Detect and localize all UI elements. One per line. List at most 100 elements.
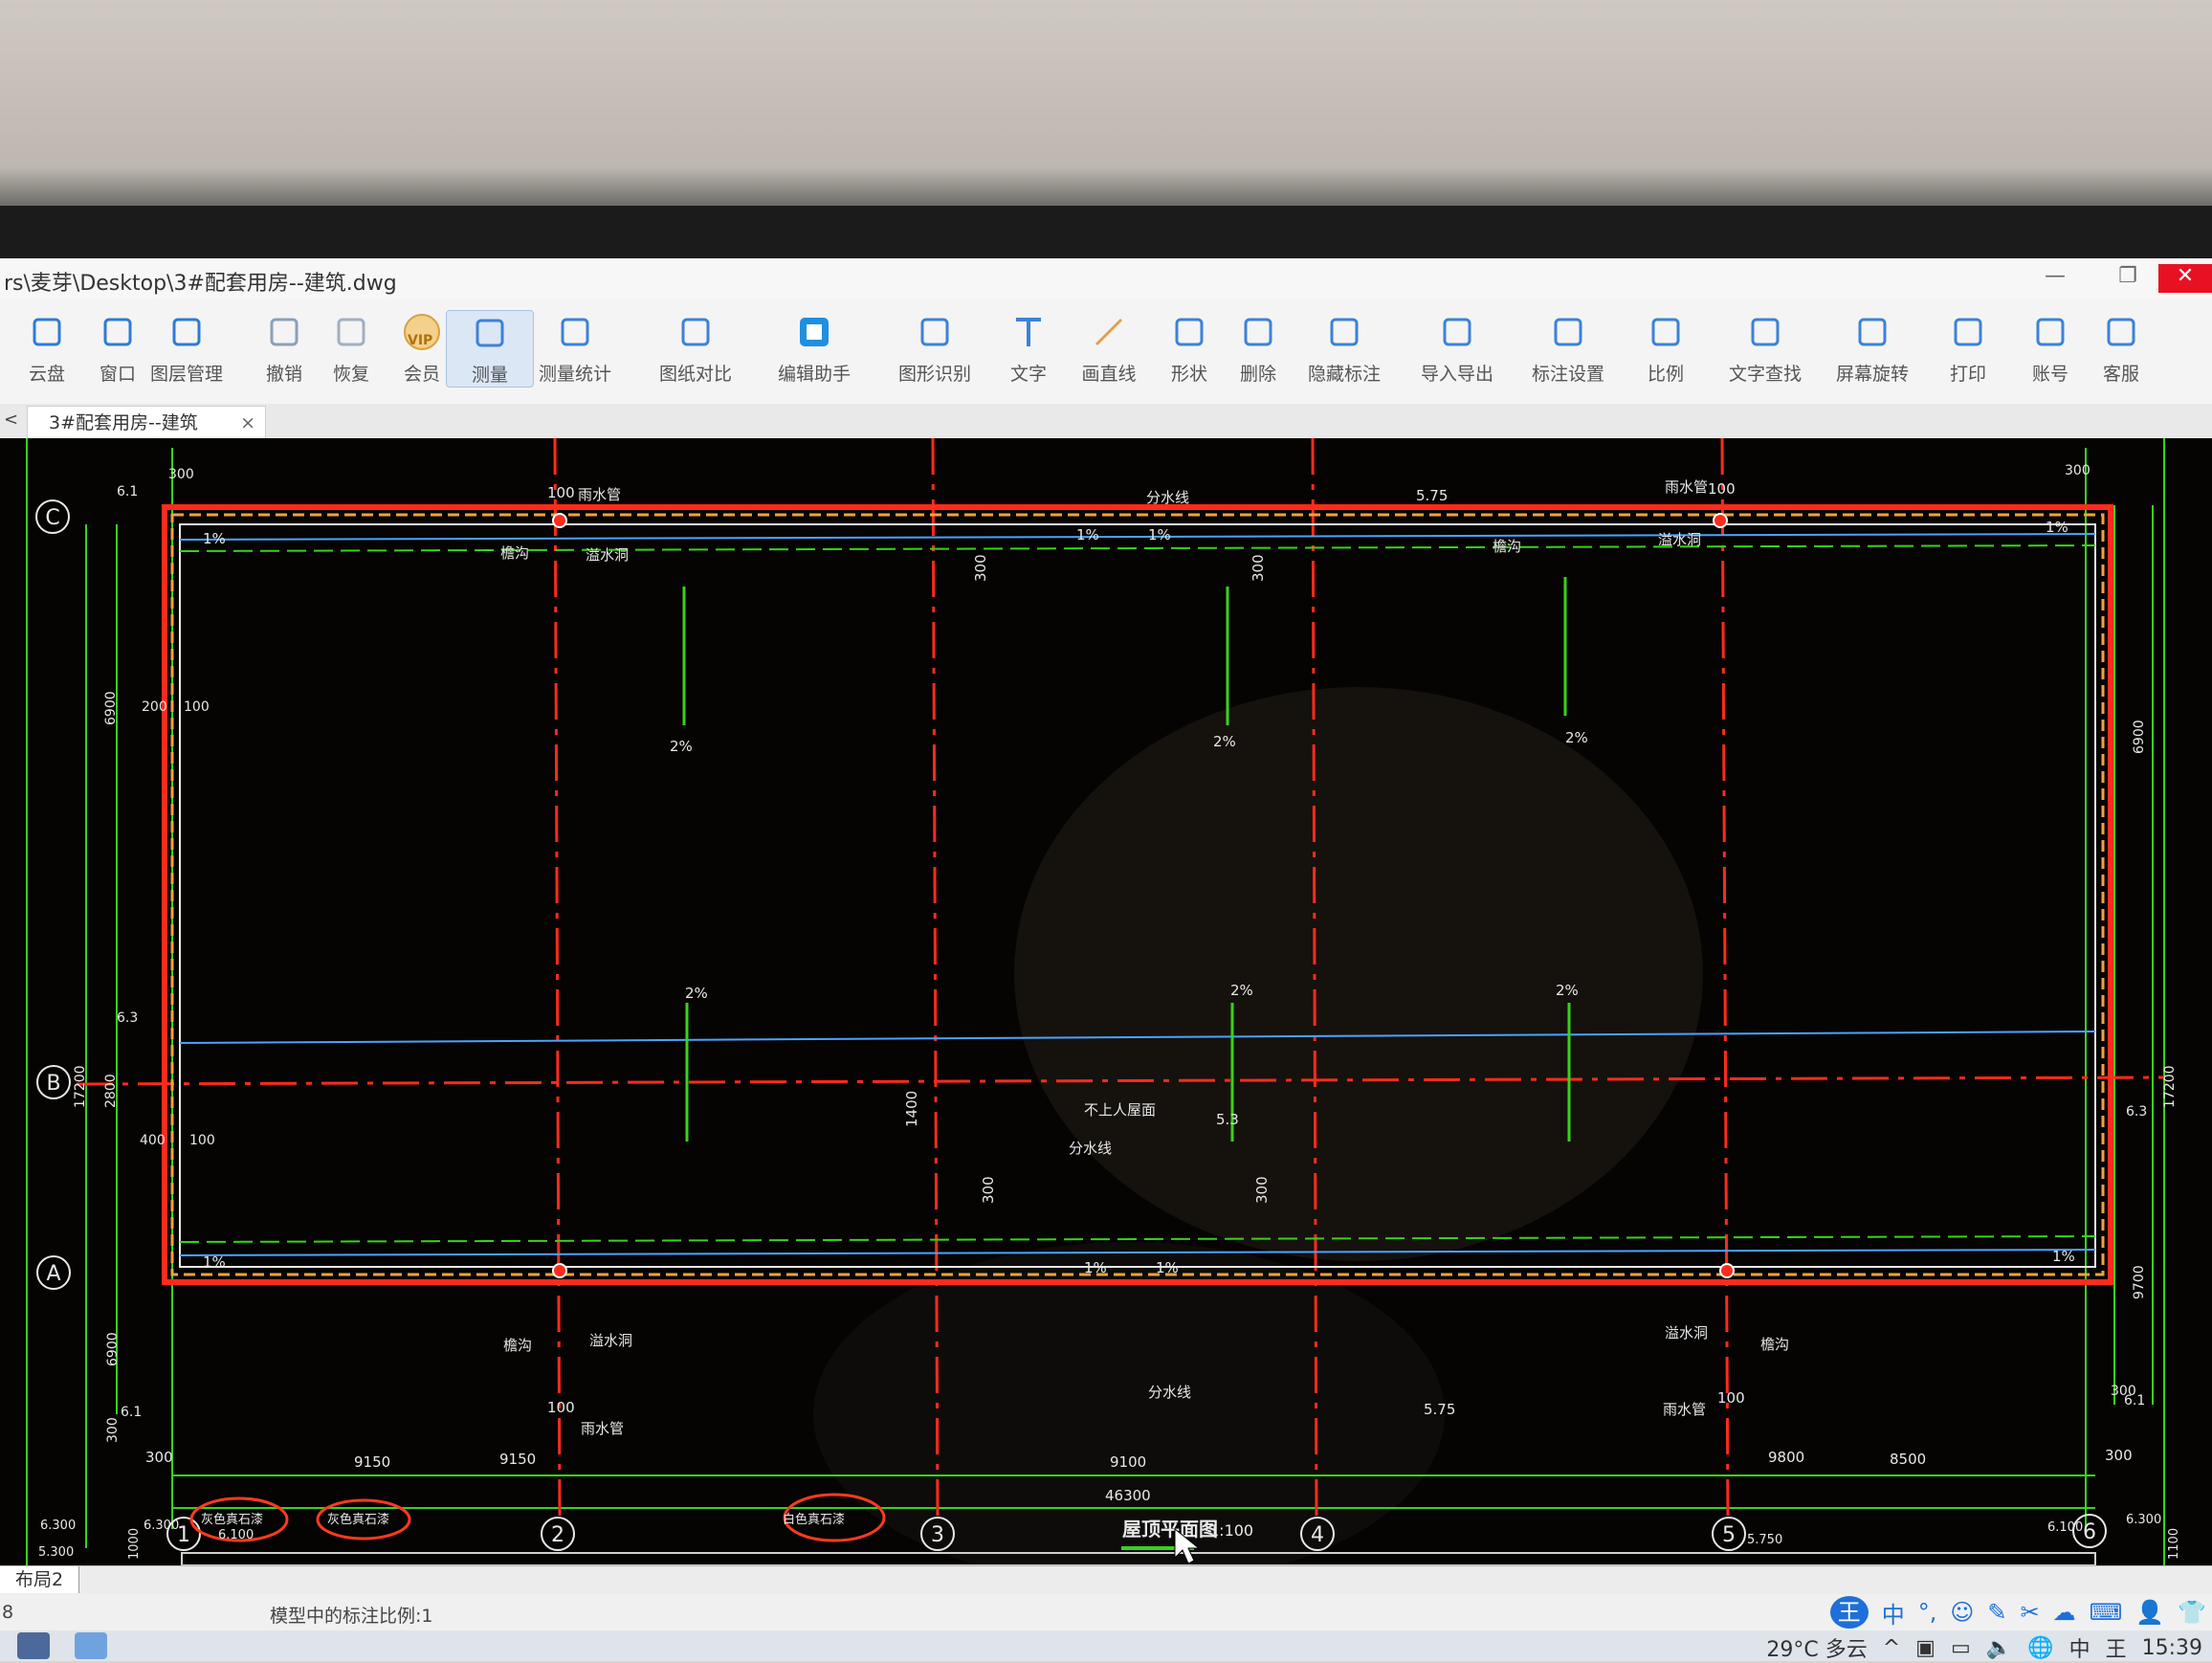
note-gutter-tl: 檐沟 <box>500 544 529 562</box>
note-dim-1400: 1400 <box>903 1091 920 1127</box>
drawing-canvas[interactable]: C B A 1 2 3 4 5 6 300 9150 9150 9100 980… <box>0 438 2212 1565</box>
dim-left-100-a: 100 <box>184 699 210 715</box>
tab-close-icon[interactable]: × <box>240 407 255 439</box>
toolbar-button-10[interactable]: 图形识别 <box>892 310 978 386</box>
dim-left-100-b: 100 <box>189 1133 215 1148</box>
taskbar-app-2-icon[interactable] <box>75 1632 107 1659</box>
text-icon <box>1016 318 1041 346</box>
note-dim-300-b: 300 <box>1250 554 1267 582</box>
toolbar-button-9[interactable]: 编辑助手 <box>771 310 857 386</box>
edit-assistant-icon <box>800 318 829 346</box>
clock-time[interactable]: 15:39 <box>2142 1636 2202 1660</box>
tray-input-lang[interactable]: 中 <box>2069 1632 2090 1663</box>
toolbar-button-19[interactable]: 文字查找 <box>1722 310 1808 386</box>
note-overflow-br: 溢水洞 <box>1665 1324 1708 1341</box>
window-title: rs\麦芽\Desktop\3#配套用房--建筑.dwg <box>4 272 397 296</box>
toolbar-button-8[interactable]: 图纸对比 <box>653 310 739 386</box>
toolbar-button-label: 测量统计 <box>538 364 611 385</box>
ime-chinese-mode[interactable]: 中 <box>1882 1596 1905 1630</box>
taskbar-app-1-icon[interactable] <box>17 1632 50 1659</box>
ime-user-icon[interactable]: 👤 <box>2135 1599 2164 1626</box>
row-label-B: B <box>46 1072 60 1096</box>
ime-cloud-icon[interactable]: ☁ <box>2053 1599 2076 1626</box>
toolbar-button-6[interactable]: 测量 <box>446 310 534 388</box>
toolbar-button-2[interactable]: 图层管理 <box>144 310 230 386</box>
maximize-button[interactable]: ❐ <box>2101 264 2155 293</box>
note-elev-center: 5.3 <box>1216 1111 1239 1128</box>
row-bubble-labels: C B A <box>45 506 60 1286</box>
section-elev-6300-r: 6.300 <box>2126 1513 2161 1527</box>
room-wall <box>0 0 2212 239</box>
dim-bottom-9800: 9800 <box>1768 1449 1804 1466</box>
ime-screenshot-icon[interactable]: ✂ <box>2020 1599 2039 1626</box>
tray-network-icon[interactable]: 🌐 <box>2027 1636 2053 1660</box>
toolbar-button-label: 图形识别 <box>897 364 971 385</box>
ime-skin-icon[interactable]: 👕 <box>2178 1599 2206 1626</box>
scale-icon <box>1651 318 1680 346</box>
cloud-icon <box>33 318 61 346</box>
tab-active-drawing[interactable]: 3#配套用房--建筑 × <box>27 406 266 438</box>
toolbar-button-label: 隐藏标注 <box>1307 364 1381 385</box>
toolbar-button-12[interactable]: 画直线 <box>1066 310 1152 386</box>
toolbar: 云盘 窗口 图层管理 撤销 恢复 VIP 会员 测量 测量统计 图纸对比 编辑助手 图形识别 文字 画直线… <box>0 299 2212 404</box>
tray-volume-icon[interactable]: 🔈 <box>1986 1636 2012 1660</box>
toolbar-button-7[interactable]: 测量统计 <box>532 310 618 386</box>
taskbar: 29°C 多云 ^ ▣ ▭ 🔈 🌐 中 王 15:39 <box>0 1630 2212 1663</box>
dim-right-17200: 17200 <box>2162 1065 2178 1108</box>
title-bar: rs\麦芽\Desktop\3#配套用房--建筑.dwg — ❐ ✕ <box>0 258 2212 299</box>
dim-bottom-9150-b: 9150 <box>499 1451 536 1468</box>
downpipe-bottom-left <box>552 1263 567 1278</box>
note-dim-100-bl: 100 <box>547 1399 575 1416</box>
tray-app-icon[interactable]: ▣ <box>1915 1636 1936 1660</box>
toolbar-button-20[interactable]: 屏幕旋转 <box>1829 310 1915 386</box>
tray-expand-icon[interactable]: ^ <box>1883 1636 1900 1660</box>
toolbar-button-label: 文字查找 <box>1728 364 1802 385</box>
tray-battery-icon[interactable]: ▭ <box>1951 1636 1971 1660</box>
ime-handwrite-icon[interactable]: ✎ <box>1987 1599 2006 1626</box>
ime-punctuation-icon[interactable]: °, <box>1918 1599 1937 1626</box>
tab-label: 3#配套用房--建筑 <box>49 412 198 433</box>
note-slope-2-c: 2% <box>1565 729 1588 746</box>
toolbar-button-18[interactable]: 比例 <box>1623 310 1709 386</box>
toolbar-button-label: 图纸对比 <box>658 364 732 385</box>
toolbar-button-15[interactable]: 隐藏标注 <box>1301 310 1387 386</box>
note-dim-300-d: 300 <box>1253 1176 1271 1204</box>
dim-bottom-300-right: 300 <box>2105 1447 2133 1464</box>
toolbar-button-label: 测量 <box>471 365 508 386</box>
toolbar-button-11[interactable]: 文字 <box>985 310 1072 386</box>
hide-annotation-icon <box>1330 318 1359 346</box>
axis-line-2 <box>553 438 562 1520</box>
note-slope-2-e: 2% <box>1230 982 1253 999</box>
import-export-icon <box>1443 318 1471 346</box>
dim-bottom-300-left: 300 <box>145 1449 173 1466</box>
tab-scroll-left-icon[interactable]: < <box>4 410 18 430</box>
weather-text[interactable]: 29°C 多云 <box>1766 1632 1867 1663</box>
tray-ime-icon[interactable]: 王 <box>2106 1632 2127 1663</box>
ime-logo-icon[interactable]: 王 <box>1829 1596 1869 1629</box>
section-elev-6300-l2: 6.300 <box>144 1519 179 1533</box>
text-search-icon <box>1751 318 1780 346</box>
ime-keyboard-icon[interactable]: ⌨ <box>2090 1599 2123 1626</box>
toolbar-button-label: 文字 <box>1009 364 1047 385</box>
section-label-1: 灰色真石漆 <box>201 1512 263 1527</box>
shape-icon <box>1175 318 1204 346</box>
toolbar-button-23[interactable]: 客服 <box>2078 310 2164 386</box>
ime-emoji-icon[interactable]: ☺ <box>1950 1599 1974 1626</box>
layout-tab-2[interactable]: 布局2 <box>0 1566 80 1593</box>
dim-bottom-9150-a: 9150 <box>354 1453 390 1471</box>
note-slope-2-d: 2% <box>685 985 708 1002</box>
note-drain-top-left: 雨水管 <box>578 486 621 503</box>
plan-title: 屋顶平面图 <box>1122 1518 1218 1541</box>
close-button[interactable]: ✕ <box>2158 264 2212 293</box>
toolbar-button-16[interactable]: 导入导出 <box>1414 310 1500 386</box>
toolbar-button-label: 打印 <box>1949 364 1986 385</box>
toolbar-button-label: 屏幕旋转 <box>1835 364 1909 385</box>
note-overflow-bl: 溢水洞 <box>589 1332 632 1349</box>
toolbar-button-14[interactable]: 删除 <box>1215 310 1301 386</box>
col-label-4: 4 <box>1311 1523 1324 1547</box>
minimize-button[interactable]: — <box>2028 264 2082 293</box>
toolbar-button-17[interactable]: 标注设置 <box>1525 310 1611 386</box>
section-elev-5750: 5.750 <box>1747 1533 1782 1547</box>
toolbar-button-21[interactable]: 打印 <box>1925 310 2011 386</box>
note-slope-2-a: 2% <box>670 738 693 755</box>
